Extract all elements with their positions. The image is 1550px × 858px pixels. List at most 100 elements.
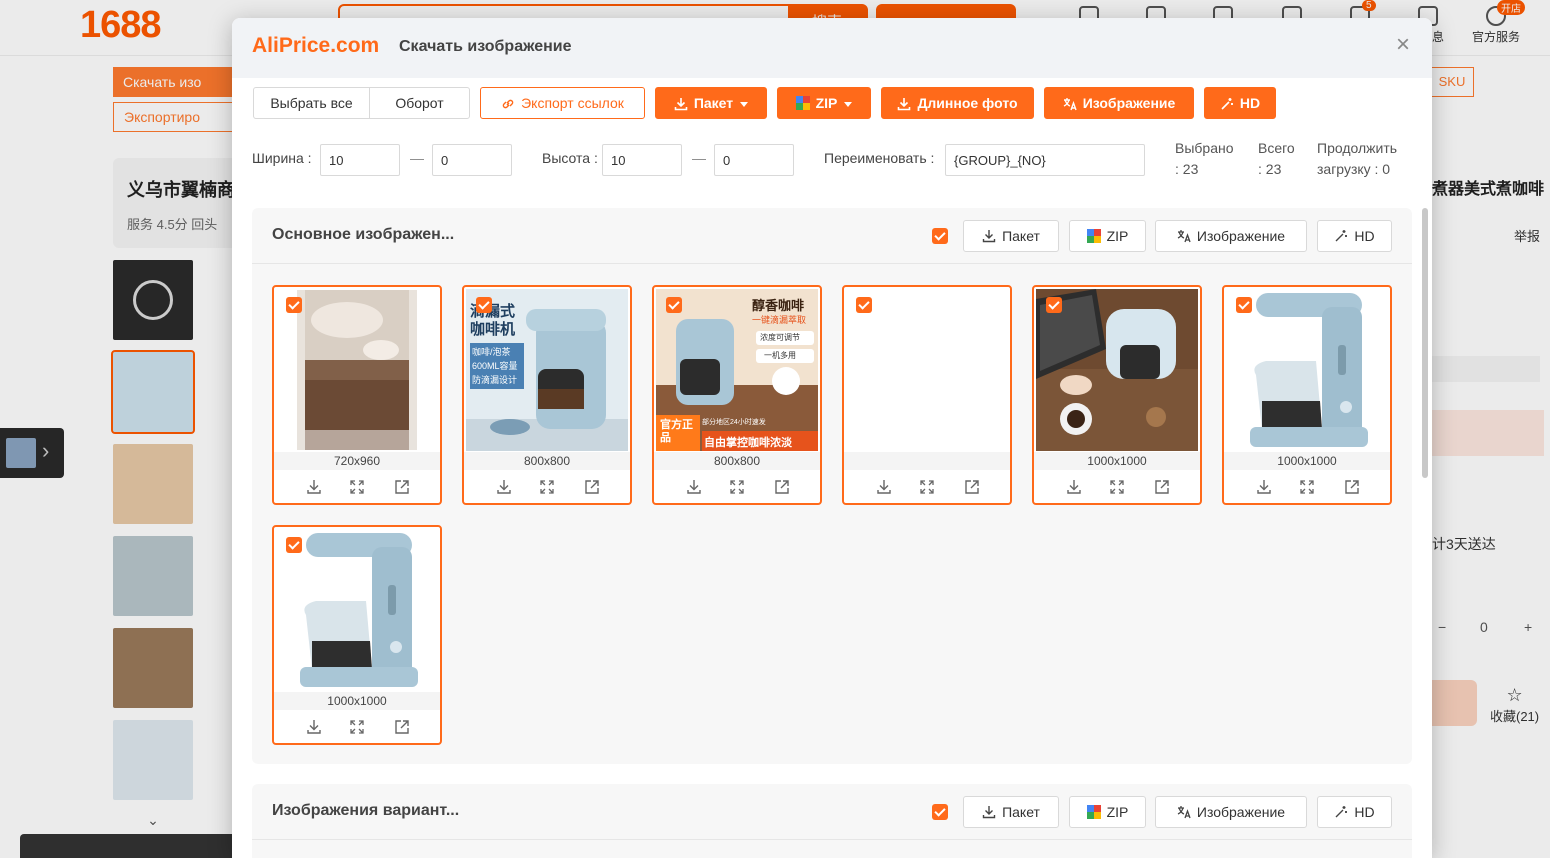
image-size-label: 1000x1000 [1034,452,1200,470]
width-range-dash: — [410,150,424,166]
open-external-icon[interactable] [772,477,792,497]
height-max-input[interactable] [714,144,794,176]
image-actions [274,717,440,737]
zip-dropdown-button[interactable]: ZIP [777,87,871,119]
close-icon[interactable]: × [1392,33,1414,57]
filter-row: Ширина : — Высота : — Переименовать : Вы… [252,140,1422,177]
zip-label: ZIP [815,95,838,111]
continue-loading-value: загрузку : 0 [1317,161,1391,177]
height-min-input[interactable] [602,144,682,176]
invert-selection-button[interactable]: Оборот [369,87,470,119]
image-actions [274,477,440,497]
rename-input[interactable] [945,144,1145,176]
select-all-button[interactable]: Выбрать все [253,87,370,119]
image-select-checkbox[interactable] [286,537,302,553]
download-icon[interactable] [684,477,704,497]
section-select-checkbox[interactable] [932,228,948,244]
height-label: Высота : [542,150,598,166]
continue-loading[interactable]: Продолжить загрузку : 0 [1317,138,1397,180]
selected-count-label: Выбрано [1175,140,1234,156]
poster-feature: 咖啡/泡茶 [472,347,511,357]
image-button[interactable]: Изображение [1044,87,1194,119]
download-icon[interactable] [304,717,324,737]
image-card[interactable]: 720x960 [272,285,442,505]
section-image-button[interactable]: Изображение [1155,220,1307,252]
section-hd-button[interactable]: HD [1317,796,1392,828]
image-actions [1034,477,1200,497]
download-icon[interactable] [304,477,324,497]
download-icon[interactable] [1064,477,1084,497]
expand-icon[interactable] [537,477,557,497]
image-size-label: 720x960 [274,452,440,470]
image-size-label: 1000x1000 [1224,452,1390,470]
zip-icon [1086,805,1101,819]
export-links-button[interactable]: Экспорт ссылок [480,87,645,119]
download-icon[interactable] [494,477,514,497]
width-min-input[interactable] [320,144,400,176]
expand-icon[interactable] [727,477,747,497]
download-icon[interactable] [1254,477,1274,497]
poster-feature: 浓度可调节 [760,333,800,342]
section-header: Основное изображен... Пакет ZIP Изображе… [252,208,1412,264]
continue-loading-label: Продолжить [1317,140,1398,156]
section-batch-label: Пакет [1002,804,1040,820]
image-card[interactable]: 滴漏式 咖啡机 咖啡/泡茶 600ML容量 防滴漏设计 800x800 [462,285,632,505]
expand-icon[interactable] [917,477,937,497]
open-external-icon[interactable] [1342,477,1362,497]
hd-label: HD [1239,95,1261,111]
link-icon [501,97,515,111]
image-select-checkbox[interactable] [1046,297,1062,313]
expand-icon[interactable] [1297,477,1317,497]
image-card[interactable]: 1000x1000 [1032,285,1202,505]
translate-image-icon [1063,97,1077,111]
download-icon[interactable] [874,477,894,497]
download-modal: AliPrice.com Скачать изображение × Выбра… [232,18,1432,858]
open-external-icon[interactable] [392,477,412,497]
modal-title: Скачать изображение [399,38,572,55]
image-preview[interactable] [1226,289,1388,451]
section-batch-button[interactable]: Пакет [963,796,1059,828]
image-select-checkbox[interactable] [286,297,302,313]
section-image-label: Изображение [1196,804,1286,820]
batch-label: Пакет [693,95,734,111]
image-select-checkbox[interactable] [476,297,492,313]
long-photo-button[interactable]: Длинное фото [881,87,1034,119]
poster-feature: 一机多用 [764,351,796,360]
batch-dropdown-button[interactable]: Пакет [655,87,767,119]
hd-button[interactable]: HD [1204,87,1276,119]
expand-icon[interactable] [347,477,367,497]
image-preview[interactable] [1036,289,1198,451]
image-preview[interactable] [846,289,1008,451]
image-preview[interactable] [276,529,438,691]
poster-caption: 醇香咖啡 [752,298,805,313]
image-select-checkbox[interactable] [666,297,682,313]
section-zip-button[interactable]: ZIP [1069,220,1146,252]
section-zip-label: ZIP [1106,228,1129,244]
open-external-icon[interactable] [1152,477,1172,497]
image-card[interactable]: 1000x1000 [272,525,442,745]
image-preview[interactable]: 滴漏式 咖啡机 咖啡/泡茶 600ML容量 防滴漏设计 [466,289,628,451]
magic-wand-icon [1334,805,1348,819]
section-title: Изображения вариант... [272,802,460,819]
section-select-checkbox[interactable] [932,804,948,820]
section-hd-button[interactable]: HD [1317,220,1392,252]
section-batch-button[interactable]: Пакет [963,220,1059,252]
section-zip-button[interactable]: ZIP [1069,796,1146,828]
section-image-button[interactable]: Изображение [1155,796,1307,828]
expand-icon[interactable] [347,717,367,737]
modal-scrollbar[interactable] [1422,208,1428,478]
open-external-icon[interactable] [582,477,602,497]
zip-icon [1086,229,1101,243]
image-card[interactable]: 1000x1000 [1222,285,1392,505]
section-title: Основное изображен... [272,226,455,243]
image-preview[interactable] [276,289,438,451]
image-select-checkbox[interactable] [856,297,872,313]
image-card[interactable] [842,285,1012,505]
image-card[interactable]: 醇香咖啡 一键滴漏萃取 浓度可调节 一机多用 部分地区24小时速发 官方正品 自… [652,285,822,505]
open-external-icon[interactable] [392,717,412,737]
expand-icon[interactable] [1107,477,1127,497]
image-preview[interactable]: 醇香咖啡 一键滴漏萃取 浓度可调节 一机多用 部分地区24小时速发 官方正品 自… [656,289,818,451]
width-max-input[interactable] [432,144,512,176]
image-select-checkbox[interactable] [1236,297,1252,313]
open-external-icon[interactable] [962,477,982,497]
